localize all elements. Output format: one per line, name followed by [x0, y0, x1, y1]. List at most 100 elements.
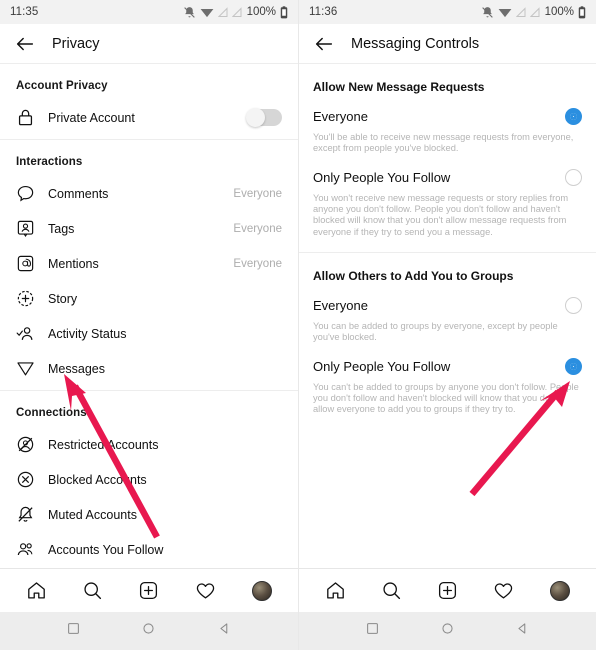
- status-bar: 11:35 100%: [0, 0, 298, 24]
- section-header-connections: Connections: [16, 407, 87, 419]
- tab-home[interactable]: [16, 576, 56, 606]
- setting-row-muted-accounts[interactable]: Muted Accounts: [0, 497, 298, 532]
- app-bar: Messaging Controls: [299, 24, 596, 64]
- setting-label: Messages: [48, 361, 105, 376]
- app-bar: Privacy: [0, 24, 298, 64]
- muted-bell-icon: [18, 506, 33, 522]
- settings-list: Account Privacy Private Account Interact…: [0, 64, 298, 568]
- search-icon: [383, 582, 400, 600]
- home-icon: [27, 582, 45, 599]
- signal-empty-icon: [515, 6, 526, 17]
- home-circle-icon[interactable]: [142, 622, 155, 640]
- wifi-icon: [498, 8, 511, 17]
- setting-label: Blocked Accounts: [48, 472, 147, 487]
- heart-icon: [494, 583, 513, 599]
- radio-button-unselected[interactable]: [565, 296, 582, 314]
- status-bar: 11:36 100%: [299, 0, 596, 24]
- back-arrow-icon[interactable]: [14, 33, 36, 55]
- setting-row-restricted-accounts[interactable]: Restricted Accounts: [0, 427, 298, 462]
- option-row-everyone[interactable]: Everyone: [299, 94, 596, 125]
- tab-add-post[interactable]: [129, 576, 169, 606]
- status-icon-group: 100%: [481, 5, 586, 19]
- tab-activity[interactable]: [484, 576, 524, 606]
- android-nav-bar: [0, 612, 298, 650]
- tab-profile[interactable]: [242, 576, 282, 606]
- option-row-only-people-you-follow-groups[interactable]: Only People You Follow: [299, 344, 596, 375]
- option-label: Only People You Follow: [313, 358, 451, 374]
- group-header-allow-others-to-add-you-to-groups: Allow Others to Add You to Groups: [313, 268, 514, 283]
- setting-value: Everyone: [233, 187, 282, 200]
- instagram-tab-bar: [299, 568, 596, 612]
- setting-label: Restricted Accounts: [48, 437, 159, 452]
- page-title: Messaging Controls: [351, 35, 480, 52]
- home-icon: [326, 582, 344, 599]
- tab-home[interactable]: [315, 576, 355, 606]
- setting-row-comments[interactable]: Comments Everyone: [0, 176, 298, 211]
- setting-row-tags[interactable]: Tags Everyone: [0, 211, 298, 246]
- right-phone-screen: 11:36 100% Messaging Controls Allow New …: [298, 0, 596, 650]
- mention-icon: [17, 255, 34, 272]
- setting-row-blocked-accounts[interactable]: Blocked Accounts: [0, 462, 298, 497]
- page-title: Privacy: [52, 35, 100, 52]
- tab-profile[interactable]: [540, 576, 580, 606]
- setting-row-mentions[interactable]: Mentions Everyone: [0, 246, 298, 281]
- setting-row-story[interactable]: Story: [0, 281, 298, 316]
- toggle-knob: [246, 108, 265, 127]
- search-icon: [84, 582, 102, 600]
- status-time: 11:35: [10, 6, 39, 18]
- setting-row-private-account[interactable]: Private Account: [0, 100, 298, 135]
- setting-label: Accounts You Follow: [48, 542, 164, 557]
- radio-button-selected[interactable]: [565, 357, 582, 375]
- setting-label: Activity Status: [48, 326, 127, 341]
- lock-icon: [18, 109, 33, 126]
- tab-activity[interactable]: [185, 576, 225, 606]
- battery-percent: 100%: [544, 6, 574, 18]
- back-triangle-icon[interactable]: [218, 622, 231, 640]
- option-description: You can't be added to groups by anyone y…: [313, 381, 579, 415]
- left-phone-screen: 11:35 100% Privacy Account Privacy Priva…: [0, 0, 298, 650]
- group-header-allow-new-message-requests: Allow New Message Requests: [313, 80, 485, 94]
- comment-icon: [17, 185, 34, 202]
- bell-off-icon: [481, 6, 493, 18]
- signal-empty-icon: [231, 6, 242, 17]
- battery-icon: [280, 5, 288, 18]
- back-arrow-icon[interactable]: [313, 33, 335, 55]
- blocked-icon: [17, 471, 34, 488]
- accounts-you-follow-icon: [17, 543, 33, 556]
- dual-phone-screenshot: 11:35 100% Privacy Account Privacy Priva…: [0, 0, 596, 650]
- setting-label: Mentions: [48, 256, 99, 271]
- heart-icon: [196, 583, 215, 599]
- story-plus-icon: [17, 290, 34, 307]
- option-description: You'll be able to receive new message re…: [313, 132, 574, 154]
- tab-search[interactable]: [371, 576, 411, 606]
- setting-value: Everyone: [233, 257, 282, 270]
- battery-icon: [578, 5, 586, 18]
- tab-search[interactable]: [73, 576, 113, 606]
- setting-label: Tags: [48, 221, 75, 236]
- battery-percent: 100%: [246, 6, 276, 18]
- signal-empty-icon: [217, 6, 228, 17]
- signal-empty-icon: [529, 6, 540, 17]
- section-header-account-privacy: Account Privacy: [16, 80, 108, 92]
- recents-square-icon[interactable]: [67, 622, 80, 640]
- section-header-interactions: Interactions: [16, 156, 83, 168]
- setting-row-activity-status[interactable]: Activity Status: [0, 316, 298, 351]
- setting-row-messages[interactable]: Messages: [0, 351, 298, 386]
- option-row-everyone-groups[interactable]: Everyone: [299, 283, 596, 314]
- option-row-only-people-you-follow[interactable]: Only People You Follow: [299, 155, 596, 186]
- restricted-icon: [17, 436, 34, 453]
- status-time: 11:36: [309, 6, 338, 18]
- tag-icon: [17, 220, 34, 238]
- instagram-tab-bar: [0, 568, 298, 612]
- tab-add-post[interactable]: [427, 576, 467, 606]
- private-account-toggle[interactable]: [246, 108, 282, 127]
- setting-label: Private Account: [48, 110, 135, 125]
- profile-avatar: [251, 580, 272, 601]
- radio-button-selected[interactable]: [565, 108, 582, 125]
- back-triangle-icon[interactable]: [516, 622, 529, 640]
- option-label: Only People You Follow: [313, 169, 451, 185]
- setting-row-accounts-you-follow[interactable]: Accounts You Follow: [0, 532, 298, 567]
- home-circle-icon[interactable]: [441, 622, 454, 640]
- radio-button-unselected[interactable]: [565, 168, 582, 186]
- recents-square-icon[interactable]: [366, 622, 379, 640]
